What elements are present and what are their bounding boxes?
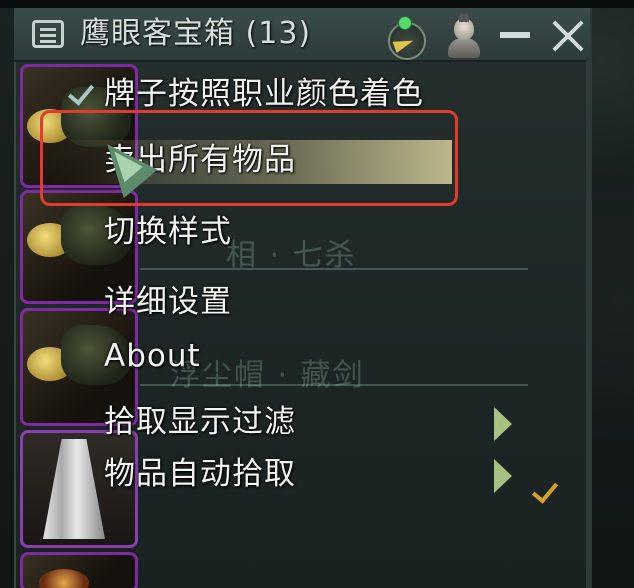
- scrollbar[interactable]: [586, 60, 590, 588]
- item-icon: [39, 569, 89, 588]
- menu-item-color-by-class[interactable]: 牌子按照职业颜色着色: [104, 74, 424, 114]
- window-title: 鹰眼客宝箱 (13): [80, 16, 312, 51]
- radar-icon[interactable]: [386, 16, 426, 60]
- menu-item-label: 切换样式: [104, 214, 232, 250]
- game-screen: 相 · 七杀 浮尘帽 · 藏剑 鹰眼客宝箱 (13) 牌子按照职业颜色着色 卖出…: [0, 0, 634, 588]
- checkmark-icon: [70, 80, 98, 98]
- checkmark-icon: [534, 478, 562, 496]
- highlight-annotation-box: [40, 110, 458, 206]
- background-item-name: 相 · 七杀: [226, 238, 357, 273]
- menu-item-auto-loot[interactable]: 物品自动拾取: [104, 454, 296, 494]
- minimize-button[interactable]: [500, 32, 530, 38]
- item-slot-5[interactable]: [20, 552, 138, 588]
- menu-item-detailed-settings[interactable]: 详细设置: [104, 282, 232, 322]
- menu-item-label: 物品自动拾取: [104, 456, 296, 492]
- menu-item-label: 牌子按照职业颜色着色: [104, 76, 424, 112]
- submenu-arrow-icon: [494, 407, 512, 441]
- close-button[interactable]: [550, 18, 586, 54]
- menu-item-label: About: [104, 338, 201, 374]
- submenu-arrow-icon: [494, 459, 512, 493]
- robe-icon: [43, 439, 105, 539]
- menu-item-label: 拾取显示过滤: [104, 404, 296, 440]
- menu-item-label: 详细设置: [104, 284, 232, 320]
- menu-item-switch-style[interactable]: 切换样式: [104, 212, 232, 252]
- menu-item-loot-display-filter[interactable]: 拾取显示过滤: [104, 402, 296, 442]
- character-portrait-icon[interactable]: [444, 14, 484, 60]
- menu-icon[interactable]: [32, 20, 64, 48]
- title-bar: 鹰眼客宝箱 (13): [14, 8, 590, 62]
- menu-item-about[interactable]: About: [104, 336, 201, 376]
